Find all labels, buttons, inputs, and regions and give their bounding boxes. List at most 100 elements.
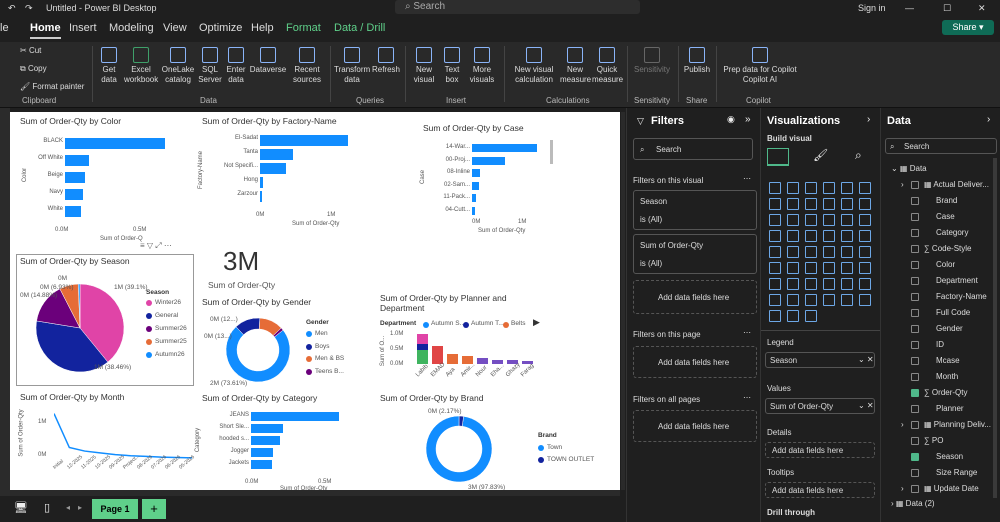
new-measure-button[interactable]: New measure	[560, 47, 591, 85]
maximize-icon[interactable]: ☐	[943, 3, 951, 14]
visual-type-icon[interactable]	[823, 182, 835, 194]
field-item[interactable]: Factory-Name	[936, 292, 987, 301]
bar[interactable]	[472, 169, 480, 177]
bar[interactable]	[65, 138, 165, 149]
more-icon[interactable]: ⋯	[743, 174, 751, 183]
get-data-button[interactable]: Get data	[96, 47, 122, 85]
visual-type-icon[interactable]	[769, 310, 781, 322]
visual-type-icon[interactable]	[805, 198, 817, 210]
visual-type-icon[interactable]	[769, 262, 781, 274]
visual-type-icon[interactable]	[823, 230, 835, 242]
field-checkbox[interactable]	[911, 421, 919, 429]
field-checkbox[interactable]	[911, 213, 919, 221]
legend-field-pill[interactable]: Season ⌄ ✕	[765, 352, 875, 368]
build-visual-tab[interactable]	[767, 148, 789, 166]
field-checkbox[interactable]	[911, 245, 919, 253]
more-icon[interactable]: ⋯	[743, 393, 751, 402]
visual-type-icon[interactable]	[841, 246, 853, 258]
text-box-button[interactable]: Text box	[440, 47, 464, 85]
refresh-button[interactable]: Refresh	[371, 47, 401, 75]
visual-type-icon[interactable]	[805, 214, 817, 226]
field-checkbox[interactable]	[911, 485, 919, 493]
format-painter-button[interactable]: 🖌 Format painter	[20, 82, 84, 92]
field-item[interactable]: ∑ Order-Qty	[924, 388, 967, 397]
visual-type-icon[interactable]	[805, 262, 817, 274]
field-item[interactable]: Color	[936, 260, 955, 269]
more-visuals-button[interactable]: More visuals	[465, 47, 499, 85]
visual-type-icon[interactable]	[787, 278, 799, 290]
visual-type-icon[interactable]	[841, 262, 853, 274]
field-checkbox[interactable]	[911, 229, 919, 237]
visual-type-icon[interactable]	[805, 310, 817, 322]
visual-type-icon[interactable]	[805, 246, 817, 258]
canvas-vscrollbar[interactable]	[621, 112, 625, 490]
bar[interactable]	[251, 424, 284, 433]
field-item[interactable]: Department	[936, 276, 978, 285]
sensitivity-button[interactable]: Sensitivity	[630, 47, 674, 75]
column-segment[interactable]	[417, 334, 428, 344]
all-add-fields-drop[interactable]: Add data fields here	[633, 410, 757, 442]
minimize-icon[interactable]: —	[905, 3, 914, 13]
new-visual-calculation-button[interactable]: New visual calculation	[508, 47, 560, 85]
visual-type-icon[interactable]	[787, 230, 799, 242]
field-checkbox[interactable]	[911, 277, 919, 285]
transform-data-button[interactable]: Transform data	[334, 47, 370, 85]
visual-type-icon[interactable]	[787, 310, 799, 322]
visual-type-icon[interactable]	[787, 198, 799, 210]
data-scrollbar[interactable]	[993, 158, 997, 498]
analytics-tab[interactable]: ⌕	[855, 148, 871, 164]
visual-type-icon[interactable]	[823, 214, 835, 226]
page-tab-1[interactable]: Page 1	[92, 499, 138, 519]
field-item[interactable]: Season	[936, 452, 963, 461]
visual-type-icon[interactable]	[859, 246, 871, 258]
field-item[interactable]: Month	[936, 372, 958, 381]
visual-type-icon[interactable]	[841, 230, 853, 242]
bar[interactable]	[260, 177, 263, 188]
tab-home[interactable]: Home	[30, 22, 61, 39]
bar[interactable]	[472, 181, 479, 190]
tab-view[interactable]: View	[163, 22, 187, 34]
visual-type-icon[interactable]	[859, 214, 871, 226]
table-data-node[interactable]: ⌄ ▦ Data	[891, 164, 927, 173]
visual-type-icon[interactable]	[805, 230, 817, 242]
field-checkbox[interactable]	[911, 197, 919, 205]
column[interactable]	[477, 358, 488, 364]
close-icon[interactable]: ✕	[978, 3, 986, 14]
visual-type-icon[interactable]	[769, 198, 781, 210]
visual-type-icon[interactable]	[841, 278, 853, 290]
visual-type-icon[interactable]	[769, 294, 781, 306]
visual-add-fields-drop[interactable]: Add data fields here	[633, 280, 757, 314]
column[interactable]	[447, 353, 458, 364]
add-page-button[interactable]: +	[142, 499, 166, 519]
visual-type-icon[interactable]	[823, 198, 835, 210]
visual-type-icon[interactable]	[841, 214, 853, 226]
bar[interactable]	[251, 448, 273, 457]
column-segment[interactable]	[417, 344, 428, 350]
details-drop[interactable]: Add data fields here	[765, 442, 875, 458]
report-canvas[interactable]: Sum of Order-Qty by Color Color BLACK Off…	[10, 112, 620, 492]
case-scrollbar[interactable]	[550, 140, 553, 164]
publish-button[interactable]: Publish	[682, 47, 712, 75]
global-search[interactable]: ⌕ Search	[395, 0, 640, 14]
slice[interactable]	[225, 326, 291, 383]
visual-type-icon[interactable]	[823, 278, 835, 290]
field-item[interactable]: Size Range	[936, 468, 977, 477]
visual-header-icons[interactable]: ≡ ▽ ⤢ ⋯	[140, 241, 172, 251]
tab-file[interactable]: le	[0, 22, 9, 34]
bar[interactable]	[472, 206, 475, 215]
onelake-catalog-button[interactable]: OneLake catalog	[160, 47, 196, 85]
visual-type-icon[interactable]	[769, 182, 781, 194]
bar[interactable]	[260, 191, 262, 202]
field-item[interactable]: ▦ Actual Deliver...	[924, 180, 989, 189]
dataverse-button[interactable]: Dataverse	[248, 47, 288, 75]
brand-donut-chart[interactable]	[424, 414, 494, 484]
field-checkbox[interactable]	[911, 453, 919, 461]
visual-type-icon[interactable]	[805, 294, 817, 306]
bar[interactable]	[65, 155, 89, 166]
visual-type-icon[interactable]	[823, 294, 835, 306]
sql-server-button[interactable]: SQL Server	[197, 47, 223, 85]
field-checkbox[interactable]	[911, 309, 919, 317]
cut-button[interactable]: ✂ Cut	[20, 46, 41, 56]
visual-type-icon[interactable]	[841, 182, 853, 194]
filters-search-input[interactable]: ⌕ Search	[633, 138, 753, 160]
